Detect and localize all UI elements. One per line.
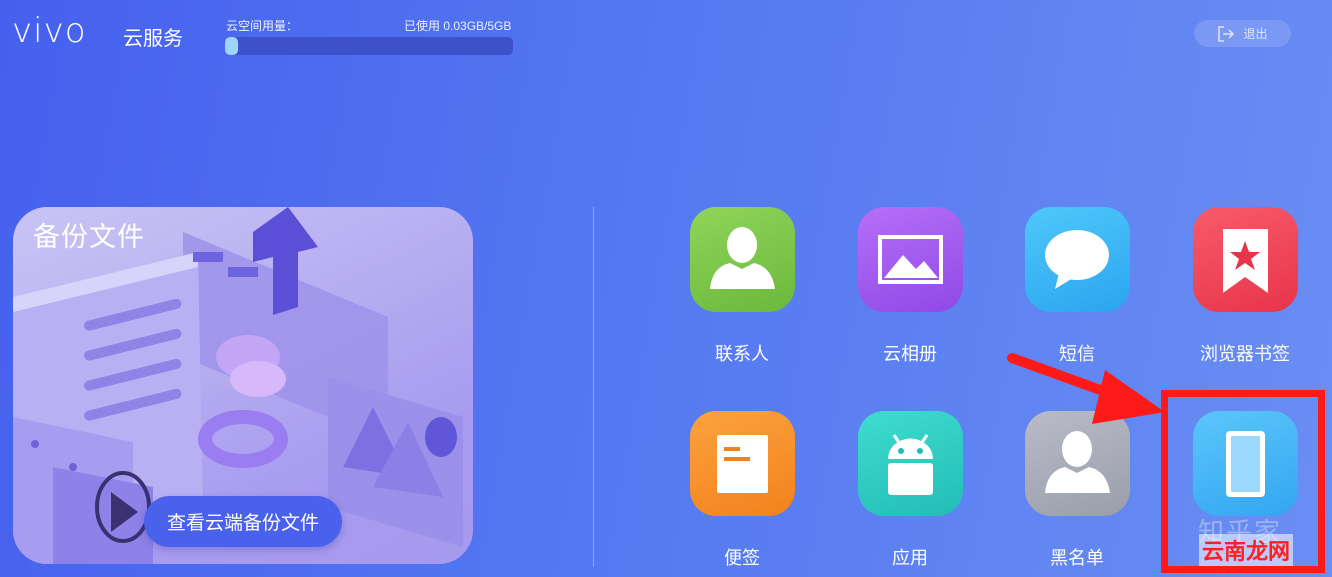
watermark-text: 云南龙网 <box>1199 534 1294 566</box>
app-album[interactable]: 云相册 <box>845 207 975 366</box>
album-tile <box>857 207 963 312</box>
storage-progress-fill <box>225 37 238 55</box>
messages-tile <box>1024 207 1130 312</box>
vivo-logo: vivo <box>12 11 87 51</box>
app-label: 云相册 <box>883 344 937 364</box>
album-icon <box>877 235 943 284</box>
logout-label: 退出 <box>1243 27 1268 41</box>
logout-button[interactable]: 退出 <box>1194 20 1291 47</box>
storage-progress-bar <box>225 37 513 55</box>
bookmark-icon <box>1222 229 1268 293</box>
view-cloud-backup-button[interactable]: 查看云端备份文件 <box>144 496 342 547</box>
service-title: 云服务 <box>123 28 183 50</box>
app-label: 便签 <box>724 548 760 568</box>
notes-tile <box>689 411 795 516</box>
app-contacts[interactable]: 联系人 <box>677 207 807 366</box>
contact-icon <box>709 227 775 289</box>
app-label: 应用 <box>892 548 928 568</box>
contacts-tile <box>689 207 795 312</box>
note-icon <box>716 435 768 493</box>
logout-icon <box>1218 25 1235 42</box>
app-label: 黑名单 <box>1050 548 1104 568</box>
storage-usage-value: 已使用 0.03GB/5GB <box>404 19 512 33</box>
app-browser-bookmarks[interactable]: 浏览器书签 <box>1180 207 1310 366</box>
red-arrow-annotation <box>1007 353 1165 424</box>
message-icon <box>1044 230 1109 289</box>
app-blacklist[interactable]: 黑名单 <box>1012 411 1142 570</box>
storage-usage-label: 云空间用量： <box>226 19 299 33</box>
section-divider <box>593 207 594 567</box>
app-applications[interactable]: 应用 <box>845 411 975 570</box>
backup-title: 备份文件 <box>33 222 145 252</box>
app-label: 联系人 <box>715 344 769 364</box>
bookmarks-tile <box>1192 207 1298 312</box>
app-label: 浏览器书签 <box>1200 344 1290 364</box>
app-notes[interactable]: 便签 <box>677 411 807 570</box>
backup-files-card[interactable]: 备份文件 查看云端备份文件 <box>13 207 473 564</box>
android-icon <box>887 434 933 495</box>
applications-tile <box>857 411 963 516</box>
